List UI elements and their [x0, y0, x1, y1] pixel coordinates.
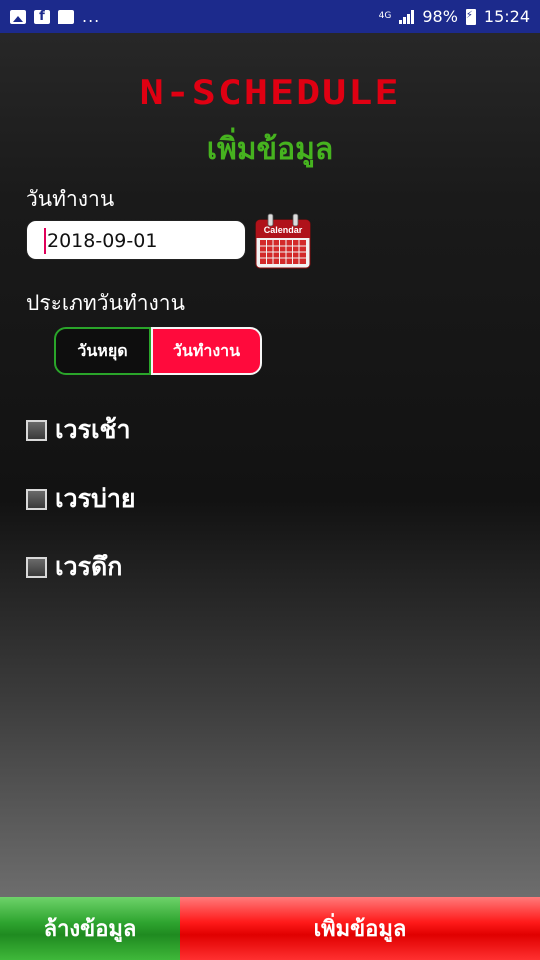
battery-percent: 98% — [422, 7, 458, 26]
shift-morning-checkbox[interactable] — [26, 419, 47, 441]
page-title: เพิ่มข้อมูล — [206, 132, 334, 167]
shift-morning-label: เวรเช้า — [55, 415, 131, 444]
shift-afternoon-label: เวรบ่าย — [55, 484, 136, 513]
network-type: 4G — [378, 11, 392, 21]
shift-afternoon-checkbox[interactable] — [26, 488, 47, 510]
clear-button[interactable]: ล้างข้อมูล — [0, 897, 180, 960]
work-date-input[interactable]: 2018-09-01 — [26, 220, 246, 260]
clock: 15:24 — [483, 7, 530, 26]
more-notifications: ... — [82, 7, 101, 26]
app-title: N-SCHEDULE — [139, 73, 401, 113]
day-type-holiday-toggle[interactable]: วันหยุด — [54, 327, 151, 375]
calendar-button[interactable]: Calendar — [254, 212, 312, 270]
status-bar-right: 4G 98% 15:24 — [379, 7, 530, 26]
shift-night-label: เวรดึก — [55, 552, 123, 581]
work-date-label: วันทำงาน — [26, 187, 115, 211]
shift-night-checkbox[interactable] — [26, 556, 47, 578]
signal-icon — [399, 9, 415, 24]
calendar-icon-label: Calendar — [264, 225, 303, 235]
day-type-label: ประเภทวันทำงาน — [26, 291, 185, 315]
day-type-workday-toggle[interactable]: วันทำงาน — [151, 327, 262, 375]
battery-charging-icon — [465, 8, 476, 25]
status-bar: f ... 4G 98% 15:24 — [0, 0, 540, 33]
image-icon — [10, 9, 26, 24]
add-data-button[interactable]: เพิ่มข้อมูล — [180, 897, 540, 960]
text-caret — [44, 228, 46, 254]
shift-afternoon-row[interactable]: เวรบ่าย — [26, 479, 136, 519]
message-icon — [58, 9, 74, 24]
shift-night-row[interactable]: เวรดึก — [26, 547, 122, 587]
status-bar-left: f ... — [10, 7, 100, 26]
calendar-icon: Calendar — [255, 213, 311, 269]
shift-morning-row[interactable]: เวรเช้า — [26, 410, 131, 450]
facebook-icon: f — [34, 9, 50, 24]
